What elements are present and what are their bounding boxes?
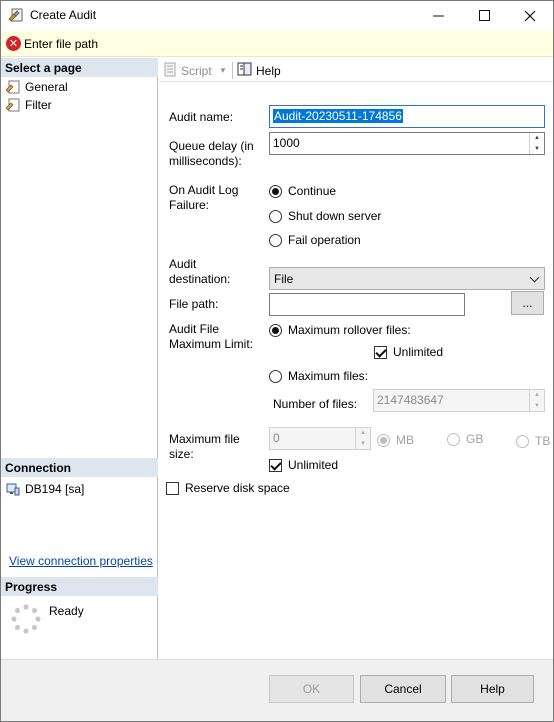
- reserve-disk-label: Reserve disk space: [185, 481, 290, 495]
- server-connection-icon: [6, 482, 20, 496]
- size-unit-label: GB: [466, 432, 484, 446]
- maximize-button[interactable]: [461, 1, 507, 30]
- script-button[interactable]: Script ▾: [163, 62, 225, 79]
- queue-delay-stepper[interactable]: 1000 ▲ ▼: [269, 132, 545, 155]
- rollover-unlimited-checkbox[interactable]: Unlimited: [374, 345, 443, 359]
- failure-option-fail[interactable]: Fail operation: [269, 233, 361, 247]
- audit-name-value: Audit-20230511-174856: [273, 109, 403, 123]
- checkbox[interactable]: [269, 458, 282, 472]
- spin-down-icon[interactable]: ▼: [530, 401, 544, 412]
- max-rollover-option[interactable]: Maximum rollover files:: [269, 323, 411, 337]
- max-file-size-spin[interactable]: ▲ ▼: [355, 428, 370, 449]
- size-unlimited-label: Unlimited: [288, 458, 339, 472]
- number-of-files-spin[interactable]: ▲ ▼: [529, 390, 544, 411]
- radio-button[interactable]: [269, 233, 282, 247]
- chevron-down-icon: [529, 272, 540, 283]
- radio-button[interactable]: [377, 433, 390, 447]
- progress-status: Ready: [49, 604, 84, 618]
- minimize-button[interactable]: [415, 1, 461, 30]
- connection-label: DB194 [sa]: [25, 481, 85, 496]
- number-of-files-stepper[interactable]: 2147483647 ▲ ▼: [373, 389, 545, 412]
- ok-button[interactable]: OK: [269, 675, 354, 703]
- reserve-disk-checkbox[interactable]: Reserve disk space: [166, 481, 290, 495]
- file-path-input[interactable]: [269, 293, 465, 316]
- page-item-general[interactable]: General: [5, 78, 68, 95]
- size-unit-tb[interactable]: TB: [516, 434, 550, 448]
- max-file-size-value: 0: [273, 431, 280, 445]
- number-of-files-value: 2147483647: [377, 393, 444, 407]
- queue-delay-spin[interactable]: ▲ ▼: [529, 133, 544, 154]
- cancel-button[interactable]: Cancel: [360, 675, 446, 703]
- rollover-unlimited-label: Unlimited: [393, 345, 444, 359]
- audit-name-input[interactable]: Audit-20230511-174856: [269, 105, 545, 128]
- script-icon: [163, 62, 178, 80]
- spin-up-icon[interactable]: ▲: [530, 133, 544, 144]
- spin-up-icon[interactable]: ▲: [530, 390, 544, 401]
- page-item-filter[interactable]: Filter: [5, 96, 52, 113]
- checkbox[interactable]: [374, 345, 387, 359]
- file-path-label: File path:: [169, 297, 219, 311]
- radio-button[interactable]: [269, 323, 282, 337]
- progress-header: Progress: [1, 577, 158, 596]
- help-button[interactable]: Help: [451, 675, 534, 703]
- size-unit-label: MB: [396, 433, 414, 447]
- max-limit-label: Audit File Maximum Limit:: [169, 322, 254, 351]
- destination-value: File: [274, 272, 294, 286]
- page-item-label: Filter: [25, 97, 52, 112]
- failure-option-shutdown[interactable]: Shut down server: [269, 209, 381, 223]
- select-page-header: Select a page: [1, 58, 158, 77]
- size-unit-label: TB: [535, 434, 551, 448]
- error-x-icon: ✕: [6, 36, 21, 51]
- progress-spinner-icon: [10, 603, 42, 635]
- close-button[interactable]: [507, 1, 553, 30]
- max-files-label: Maximum files:: [288, 369, 369, 383]
- size-unit-gb[interactable]: GB: [447, 432, 483, 446]
- failure-option-label: Shut down server: [288, 209, 382, 223]
- size-unlimited-checkbox[interactable]: Unlimited: [269, 458, 338, 472]
- script-dropdown-icon[interactable]: ▾: [221, 65, 226, 76]
- script-label: Script: [181, 63, 212, 78]
- wrench-page-icon: [5, 98, 20, 112]
- left-pane: [1, 58, 158, 659]
- view-connection-properties-link[interactable]: View connection properties: [9, 554, 153, 568]
- app-icon: [8, 7, 24, 23]
- audit-name-label: Audit name:: [169, 110, 234, 124]
- toolbar-separator: [232, 62, 233, 79]
- on-failure-label: On Audit Log Failure:: [169, 183, 239, 212]
- radio-button[interactable]: [269, 184, 282, 198]
- wrench-page-icon: [5, 80, 20, 94]
- queue-delay-label: Queue delay (in milliseconds):: [169, 139, 254, 168]
- max-files-option[interactable]: Maximum files:: [269, 369, 368, 383]
- radio-button[interactable]: [269, 369, 282, 383]
- radio-button[interactable]: [516, 434, 529, 448]
- connection-header: Connection: [1, 458, 158, 477]
- window-title: Create Audit: [30, 8, 97, 22]
- radio-button[interactable]: [269, 209, 282, 223]
- size-unit-mb[interactable]: MB: [377, 433, 414, 447]
- error-message: Enter file path: [24, 37, 99, 51]
- help-icon: [237, 61, 253, 80]
- checkbox[interactable]: [166, 481, 179, 495]
- radio-button[interactable]: [447, 432, 460, 446]
- help-toolbar-button[interactable]: Help: [237, 62, 281, 79]
- failure-option-label: Continue: [288, 184, 337, 198]
- number-of-files-label: Number of files:: [273, 397, 358, 411]
- max-file-size-label: Maximum file size:: [169, 432, 240, 461]
- browse-button[interactable]: ...: [511, 291, 544, 315]
- destination-label: Audit destination:: [169, 257, 231, 286]
- spin-down-icon[interactable]: ▼: [356, 439, 370, 450]
- max-file-size-stepper[interactable]: 0 ▲ ▼: [269, 427, 371, 450]
- spin-down-icon[interactable]: ▼: [530, 144, 544, 155]
- help-toolbar-label: Help: [256, 63, 281, 78]
- failure-option-label: Fail operation: [288, 233, 361, 247]
- connection-item: DB194 [sa]: [6, 480, 84, 497]
- failure-option-continue[interactable]: Continue: [269, 184, 336, 198]
- spin-up-icon[interactable]: ▲: [356, 428, 370, 439]
- max-rollover-label: Maximum rollover files:: [288, 323, 411, 337]
- destination-select[interactable]: File: [269, 267, 545, 290]
- queue-delay-value: 1000: [273, 136, 300, 150]
- page-item-label: General: [25, 79, 68, 94]
